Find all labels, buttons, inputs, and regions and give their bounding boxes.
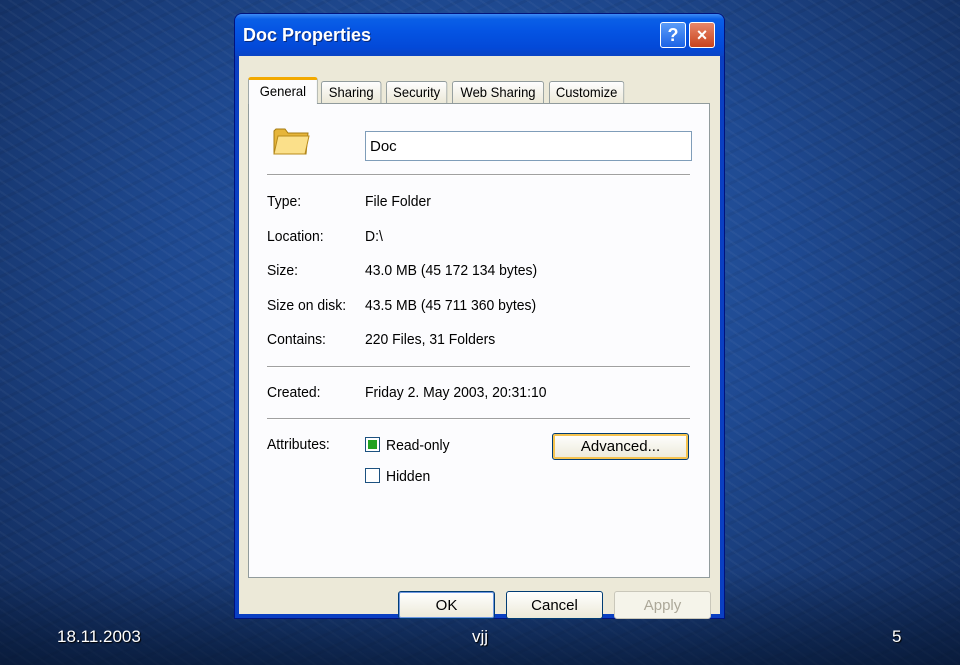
- attributes-label: Attributes:: [267, 436, 330, 453]
- type-value: File Folder: [365, 193, 431, 210]
- size-on-disk-value: 43.5 MB (45 711 360 bytes): [365, 297, 537, 314]
- ok-button[interactable]: OK: [398, 591, 495, 619]
- dialog-body: General Sharing Security Web Sharing Cus…: [239, 56, 720, 619]
- separator: [267, 366, 690, 368]
- advanced-button[interactable]: Advanced...: [552, 433, 689, 460]
- separator: [267, 418, 690, 420]
- hidden-label[interactable]: Hidden: [386, 468, 430, 485]
- created-value: Friday 2. May 2003, 20:31:10: [365, 384, 547, 401]
- apply-button[interactable]: Apply: [614, 591, 711, 619]
- created-label: Created:: [267, 384, 321, 401]
- window-title: Doc Properties: [243, 25, 372, 45]
- separator: [267, 174, 690, 176]
- close-button[interactable]: ×: [689, 22, 715, 48]
- size-label: Size:: [267, 262, 299, 279]
- slide-number: 5: [892, 627, 902, 646]
- slide-author: vjj: [472, 627, 489, 646]
- tab-web-sharing[interactable]: Web Sharing: [452, 81, 545, 103]
- size-value: 43.0 MB (45 172 134 bytes): [365, 262, 538, 279]
- cancel-button[interactable]: Cancel: [506, 591, 603, 619]
- slide-date: 18.11.2003: [57, 627, 141, 646]
- contains-label: Contains:: [267, 331, 326, 348]
- tab-general[interactable]: General: [248, 77, 318, 104]
- location-value: D:\: [365, 228, 383, 245]
- help-button[interactable]: ?: [660, 22, 686, 48]
- folder-icon: [273, 128, 310, 155]
- title-bar[interactable]: Doc Properties ? ×: [235, 14, 724, 56]
- read-only-checkbox[interactable]: [365, 437, 380, 452]
- read-only-label[interactable]: Read-only: [386, 437, 450, 454]
- general-panel: Type: File Folder Location: D:\ Size: 43…: [248, 103, 710, 578]
- help-icon: ?: [667, 25, 679, 45]
- size-on-disk-label: Size on disk:: [267, 297, 347, 314]
- location-label: Location:: [267, 228, 324, 245]
- hidden-checkbox[interactable]: [365, 468, 380, 483]
- tab-sharing[interactable]: Sharing: [321, 81, 382, 103]
- type-label: Type:: [267, 193, 302, 210]
- tab-customize[interactable]: Customize: [549, 81, 625, 103]
- folder-name-input[interactable]: [365, 131, 692, 161]
- properties-window: Doc Properties ? × General Sharing Secur…: [235, 14, 724, 619]
- contains-value: 220 Files, 31 Folders: [365, 331, 496, 348]
- tab-security[interactable]: Security: [386, 81, 448, 103]
- close-icon: ×: [696, 25, 708, 45]
